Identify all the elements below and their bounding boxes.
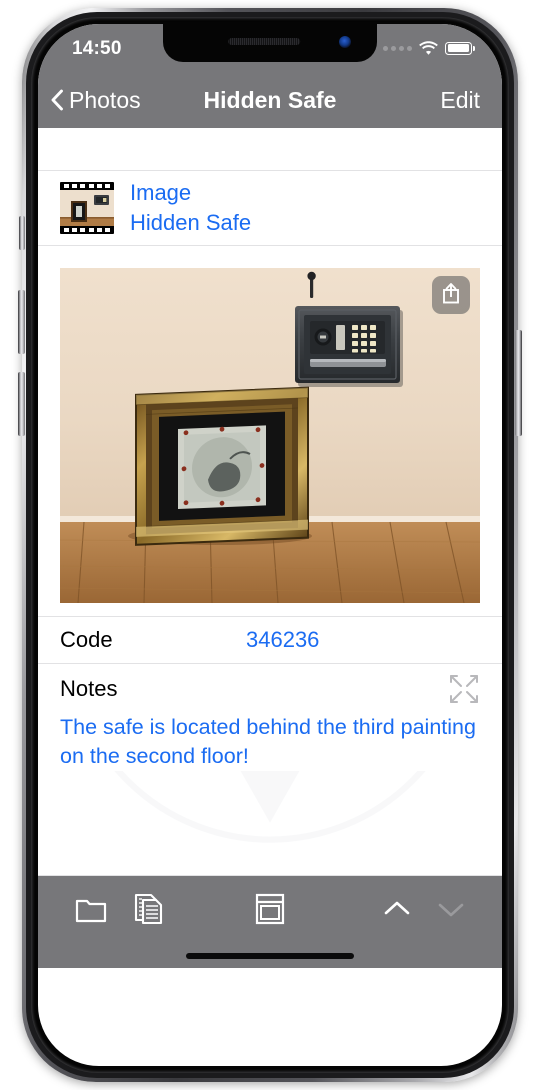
film-sprockets-bottom [60,226,114,234]
gap-after-photo [38,603,502,616]
status-indicators [383,38,502,55]
home-indicator[interactable] [186,953,354,959]
file-row-labels: Image Hidden Safe [130,182,251,234]
code-row: Code 346236 [38,617,502,663]
folder-icon[interactable] [74,892,108,926]
file-name-label[interactable]: Hidden Safe [130,212,251,234]
form-template-icon[interactable] [253,892,287,926]
copy-documents-icon[interactable] [134,892,168,926]
edit-button[interactable]: Edit [440,87,502,114]
notes-text[interactable]: The safe is located behind the third pai… [38,709,502,772]
code-value[interactable]: 346236 [246,627,319,653]
separator-above-code [38,616,502,617]
chevron-down-icon[interactable] [434,892,468,926]
code-label: Code [60,627,113,652]
share-upload-icon [441,282,461,309]
navigation-bar: Photos Hidden Safe Edit [38,72,502,128]
bottom-toolbar [38,876,502,968]
status-time: 14:50 [72,38,122,59]
separator-below-file-row [38,245,502,246]
toolbar-center-group [253,892,287,926]
notch [163,24,377,62]
detail-content: Image Hidden Safe Code 346236 Notes The … [38,128,502,876]
separator-below-code [38,663,502,664]
toolbar-left-group [38,892,168,926]
toolbar-right-group [380,892,502,926]
separator-above-file-row [38,170,502,171]
thumbnail-image [60,190,114,226]
chevron-left-icon [50,89,64,111]
earpiece-speaker [228,38,301,45]
signal-dots-icon [383,45,412,51]
wall-safe-photo-image [60,268,480,603]
back-button-label: Photos [69,86,141,113]
power-button[interactable] [515,330,522,436]
volume-up-button[interactable] [18,290,25,354]
phone-screen: 14:50 Photos Hidden Safe Edit Image Hidd… [38,24,502,1066]
file-type-label[interactable]: Image [130,182,251,204]
share-button[interactable] [432,276,470,314]
photo-preview[interactable] [60,268,480,603]
wifi-icon [419,41,438,55]
front-camera-icon [339,36,351,48]
film-sprockets-top [60,182,114,190]
back-button[interactable]: Photos [38,87,141,114]
notes-label: Notes [60,676,118,701]
notes-header: Notes [38,664,502,709]
chevron-up-icon[interactable] [380,892,414,926]
battery-full-icon [445,41,475,55]
silent-switch-button[interactable] [19,216,25,250]
separator-bottom-content [38,875,502,876]
film-strip-thumbnail-icon [60,182,114,234]
screenshot-stage: 14:50 Photos Hidden Safe Edit Image Hidd… [0,0,540,1090]
gap-before-photo [38,246,502,268]
file-attachment-row[interactable]: Image Hidden Safe [38,171,502,245]
expand-arrows-icon[interactable] [448,673,480,705]
content-top-spacer [38,128,502,170]
volume-down-button[interactable] [18,372,25,436]
